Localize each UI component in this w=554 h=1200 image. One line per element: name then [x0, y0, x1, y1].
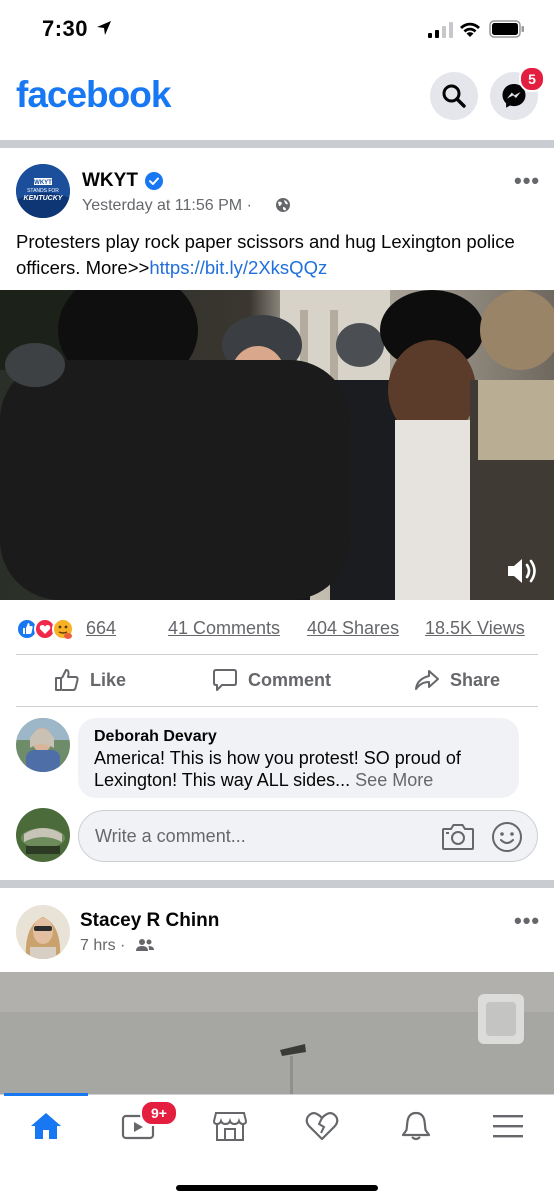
nav-notifications[interactable]: [396, 1109, 436, 1143]
nav-home[interactable]: [26, 1109, 66, 1143]
cellular-signal-icon: [428, 22, 453, 38]
see-more-link[interactable]: See More: [355, 770, 433, 790]
post-link[interactable]: https://bit.ly/2XksQQz: [149, 257, 327, 278]
post2-image[interactable]: [0, 972, 554, 1100]
svg-text:STANDS FOR: STANDS FOR: [27, 188, 59, 194]
facebook-logo[interactable]: facebook: [16, 74, 171, 116]
bell-icon: [401, 1111, 431, 1141]
stacey-avatar[interactable]: [16, 905, 70, 959]
stacey-avatar-image: [16, 905, 70, 959]
wkyt-avatar[interactable]: WKYT STANDS FOR KENTUCKY: [16, 164, 70, 218]
nav-marketplace[interactable]: [210, 1109, 250, 1143]
current-user-avatar-image: [16, 808, 70, 862]
engagement-stats: 664 41 Comments 404 Shares 18.5K Views: [0, 612, 554, 644]
commenter-avatar-image: [16, 718, 70, 772]
verified-badge-icon: [145, 172, 163, 190]
wkyt-logo-graphic: WKYT STANDS FOR KENTUCKY: [16, 164, 70, 218]
post2-timestamp[interactable]: 7 hrs ·: [80, 937, 125, 955]
top-app-bar: facebook: [0, 60, 554, 140]
shares-count[interactable]: 404 Shares: [307, 618, 399, 639]
post2-time-text: 7 hrs: [80, 937, 116, 954]
comment-bubble[interactable]: Deborah Devary America! This is how you …: [78, 718, 519, 798]
wifi-icon: [460, 22, 480, 37]
hamburger-menu-icon: [493, 1115, 523, 1138]
comment-input[interactable]: Write a comment...: [78, 810, 538, 862]
commenter-avatar[interactable]: [16, 718, 70, 772]
top-comment: Deborah Devary America! This is how you …: [0, 716, 554, 802]
like-button[interactable]: Like: [54, 668, 126, 692]
reactions-count[interactable]: 664: [86, 618, 116, 639]
share-arrow-icon: [415, 670, 439, 690]
comment-label: Comment: [248, 669, 332, 690]
post-body: Protesters play rock paper scissors and …: [16, 229, 536, 281]
post-options-button[interactable]: •••: [514, 168, 540, 194]
marketplace-icon: [212, 1112, 248, 1141]
location-arrow-icon: [97, 21, 111, 35]
watch-badge: 9+: [140, 1100, 178, 1126]
share-button[interactable]: Share: [414, 668, 500, 692]
friends-audience-icon: [136, 939, 154, 951]
comment-author[interactable]: Deborah Devary: [94, 728, 503, 746]
volume-icon[interactable]: [506, 556, 540, 586]
share-label: Share: [450, 669, 501, 690]
status-bar: 7:30: [0, 0, 554, 60]
post2-options-button[interactable]: •••: [514, 908, 540, 934]
post-time-text: Yesterday at 11:56 PM: [82, 197, 243, 214]
home-indicator[interactable]: [176, 1185, 378, 1191]
current-user-avatar[interactable]: [16, 808, 70, 862]
comments-count[interactable]: 41 Comments: [168, 618, 280, 639]
post2-image-content: [0, 972, 554, 1100]
stats-divider: [16, 654, 538, 655]
svg-text:WKYT: WKYT: [34, 180, 52, 186]
comment-text-block: America! This is how you protest! SO pro…: [94, 747, 503, 791]
feed-separator: [0, 880, 554, 888]
globe-icon: [276, 198, 290, 212]
emoji-icon[interactable]: [491, 821, 523, 853]
heart-icon: [305, 1112, 339, 1141]
views-count[interactable]: 18.5K Views: [425, 618, 525, 639]
camera-icon[interactable]: [441, 822, 475, 852]
actions-divider: [16, 706, 538, 707]
write-comment-row: Write a comment...: [0, 806, 554, 866]
like-label: Like: [90, 669, 127, 690]
status-time: 7:30: [42, 16, 89, 41]
post2-author-name[interactable]: Stacey R Chinn: [80, 910, 219, 932]
meta-dot: ·: [246, 197, 252, 214]
svg-text:KENTUCKY: KENTUCKY: [24, 195, 64, 202]
post-video[interactable]: [0, 290, 554, 600]
search-icon: [442, 84, 466, 108]
post-actions: Like Comment Share: [0, 660, 554, 704]
meta-dot: ·: [120, 937, 126, 954]
active-tab-indicator: [4, 1093, 88, 1096]
thumbs-up-icon: [55, 669, 79, 691]
video-frame: [0, 290, 554, 600]
reactions-icons[interactable]: [16, 617, 82, 641]
comment-input-placeholder: Write a comment...: [95, 826, 246, 846]
post-author-name[interactable]: WKYT: [82, 170, 138, 192]
comment-button[interactable]: Comment: [212, 668, 331, 692]
battery-icon: [489, 20, 524, 38]
feed-separator: [0, 140, 554, 148]
comment-icon: [213, 669, 237, 691]
nav-menu[interactable]: [488, 1109, 528, 1143]
messenger-badge: 5: [519, 66, 545, 92]
home-icon: [31, 1113, 61, 1139]
nav-dating[interactable]: [302, 1109, 342, 1143]
post-timestamp[interactable]: Yesterday at 11:56 PM ·: [82, 197, 252, 215]
search-button[interactable]: [430, 72, 478, 120]
